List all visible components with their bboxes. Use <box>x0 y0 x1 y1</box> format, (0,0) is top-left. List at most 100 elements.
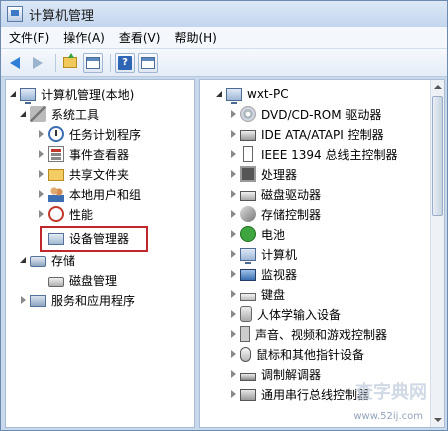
toolbar: ? <box>1 49 447 77</box>
tree-item-label: 事件查看器 <box>69 147 130 162</box>
menu-view[interactable]: 查看(V) <box>119 29 161 46</box>
device-category-mice[interactable]: 鼠标和其他指针设备 <box>228 344 364 364</box>
expand-toggle-icon[interactable] <box>36 129 46 139</box>
tree-item-disk-management[interactable]: 磁盘管理 <box>48 270 117 290</box>
tree-item-label: 通用串行总线控制器 <box>261 387 370 402</box>
computer-icon <box>20 87 36 104</box>
device-root-wxt-pc[interactable]: wxt-PC <box>214 84 289 104</box>
expand-toggle-icon[interactable] <box>228 249 238 259</box>
window-title: 计算机管理 <box>29 8 95 24</box>
tools-icon <box>30 106 46 122</box>
expand-toggle-icon[interactable] <box>228 389 238 399</box>
expand-toggle-icon[interactable] <box>36 209 46 219</box>
scroll-down-arrow-icon[interactable] <box>431 413 444 427</box>
menu-action[interactable]: 操作(A) <box>63 29 105 46</box>
ide-controller-icon <box>240 130 256 141</box>
tree-item-storage[interactable]: 存储 <box>18 250 75 270</box>
scrollbar-thumb[interactable] <box>432 96 443 216</box>
tree-item-label: DVD/CD-ROM 驱动器 <box>261 107 382 122</box>
computer-icon <box>240 247 256 264</box>
show-hide-console-tree-button[interactable] <box>83 52 103 73</box>
device-category-processor[interactable]: 处理器 <box>228 164 297 184</box>
expand-toggle-icon[interactable] <box>8 89 18 99</box>
computer-management-window: 计算机管理 文件(F) 操作(A) 查看(V) 帮助(H) ? 计算机管理(本地… <box>0 0 448 431</box>
expand-toggle-icon[interactable] <box>228 149 238 159</box>
processor-icon <box>240 166 256 182</box>
menu-help[interactable]: 帮助(H) <box>174 29 216 46</box>
device-category-modems[interactable]: 调制解调器 <box>228 364 321 384</box>
menu-file[interactable]: 文件(F) <box>9 29 49 46</box>
expand-toggle-icon[interactable] <box>228 349 238 359</box>
tree-item-label: 性能 <box>69 207 94 222</box>
monitor-icon <box>240 268 256 281</box>
ieee1394-icon <box>243 146 253 162</box>
device-category-ide[interactable]: IDE ATA/ATAPI 控制器 <box>228 124 384 144</box>
expand-toggle-icon[interactable] <box>18 255 28 265</box>
expand-toggle-icon[interactable] <box>18 109 28 119</box>
device-category-keyboards[interactable]: 键盘 <box>228 284 285 304</box>
users-icon <box>48 186 64 202</box>
tree-item-event-viewer[interactable]: 事件查看器 <box>36 144 129 164</box>
expand-toggle-icon[interactable] <box>36 189 46 199</box>
expand-toggle-icon[interactable] <box>228 109 238 119</box>
services-icon <box>30 295 46 307</box>
device-category-battery[interactable]: 电池 <box>228 224 285 244</box>
tree-item-shared-folders[interactable]: 共享文件夹 <box>36 164 129 184</box>
properties-button[interactable] <box>138 52 158 73</box>
tree-item-performance[interactable]: 性能 <box>36 204 93 224</box>
expand-toggle-icon[interactable] <box>36 169 46 179</box>
title-bar[interactable]: 计算机管理 <box>1 1 447 27</box>
expand-toggle-icon[interactable] <box>36 149 46 159</box>
sound-icon <box>240 326 250 342</box>
folder-icon <box>48 169 64 181</box>
forward-arrow-icon <box>33 56 43 69</box>
modem-icon <box>240 372 256 381</box>
vertical-scrollbar[interactable] <box>430 80 444 427</box>
device-category-computer[interactable]: 计算机 <box>228 244 297 264</box>
tree-item-label: 存储控制器 <box>261 207 322 222</box>
device-category-monitors[interactable]: 监视器 <box>228 264 297 284</box>
tree-item-label: 任务计划程序 <box>69 127 142 142</box>
computer-icon <box>226 87 242 104</box>
expand-toggle-icon[interactable] <box>228 329 238 339</box>
expand-toggle-icon[interactable] <box>228 289 238 299</box>
tree-item-label: 监视器 <box>261 267 298 282</box>
device-category-sound-video-game[interactable]: 声音、视频和游戏控制器 <box>228 324 387 344</box>
device-category-hid[interactable]: 人体学输入设备 <box>228 304 341 324</box>
tree-item-computer-management[interactable]: 计算机管理(本地) <box>8 84 134 104</box>
tree-item-label: 共享文件夹 <box>69 167 130 182</box>
device-category-storage-controllers[interactable]: 存储控制器 <box>228 204 321 224</box>
expand-toggle-icon[interactable] <box>18 295 28 305</box>
tree-item-label: 键盘 <box>261 287 286 302</box>
expand-toggle-icon[interactable] <box>228 369 238 379</box>
expand-toggle-icon[interactable] <box>228 229 238 239</box>
tree-item-system-tools[interactable]: 系统工具 <box>18 104 99 124</box>
expand-toggle-icon[interactable] <box>228 269 238 279</box>
tree-item-task-scheduler[interactable]: 任务计划程序 <box>36 124 141 144</box>
up-one-level-button[interactable] <box>60 53 80 73</box>
help-button[interactable]: ? <box>115 52 135 73</box>
tree-item-local-users-groups[interactable]: 本地用户和组 <box>36 184 141 204</box>
forward-button[interactable] <box>28 53 48 73</box>
tree-item-label: wxt-PC <box>247 87 289 101</box>
expand-toggle-icon[interactable] <box>228 309 238 319</box>
tree-item-label: 服务和应用程序 <box>51 293 136 308</box>
back-button[interactable] <box>5 53 25 73</box>
expand-toggle-icon[interactable] <box>228 209 238 219</box>
expand-toggle-icon[interactable] <box>228 129 238 139</box>
expand-toggle-icon[interactable] <box>228 189 238 199</box>
tree-item-label: IEEE 1394 总线主控制器 <box>261 147 398 162</box>
device-category-ieee1394[interactable]: IEEE 1394 总线主控制器 <box>228 144 397 164</box>
device-category-dvd[interactable]: DVD/CD-ROM 驱动器 <box>228 104 381 124</box>
device-category-usb[interactable]: 通用串行总线控制器 <box>228 384 369 404</box>
expand-toggle-icon[interactable] <box>214 89 224 99</box>
event-viewer-icon <box>48 146 64 162</box>
expand-toggle-icon[interactable] <box>228 169 238 179</box>
tree-item-label: IDE ATA/ATAPI 控制器 <box>261 127 384 142</box>
device-category-disk-drives[interactable]: 磁盘驱动器 <box>228 184 321 204</box>
scroll-up-arrow-icon[interactable] <box>431 80 444 94</box>
disk-drive-icon <box>240 190 256 201</box>
tree-item-label: 磁盘管理 <box>69 273 118 288</box>
tree-item-services-applications[interactable]: 服务和应用程序 <box>18 290 135 310</box>
battery-icon <box>240 226 256 242</box>
